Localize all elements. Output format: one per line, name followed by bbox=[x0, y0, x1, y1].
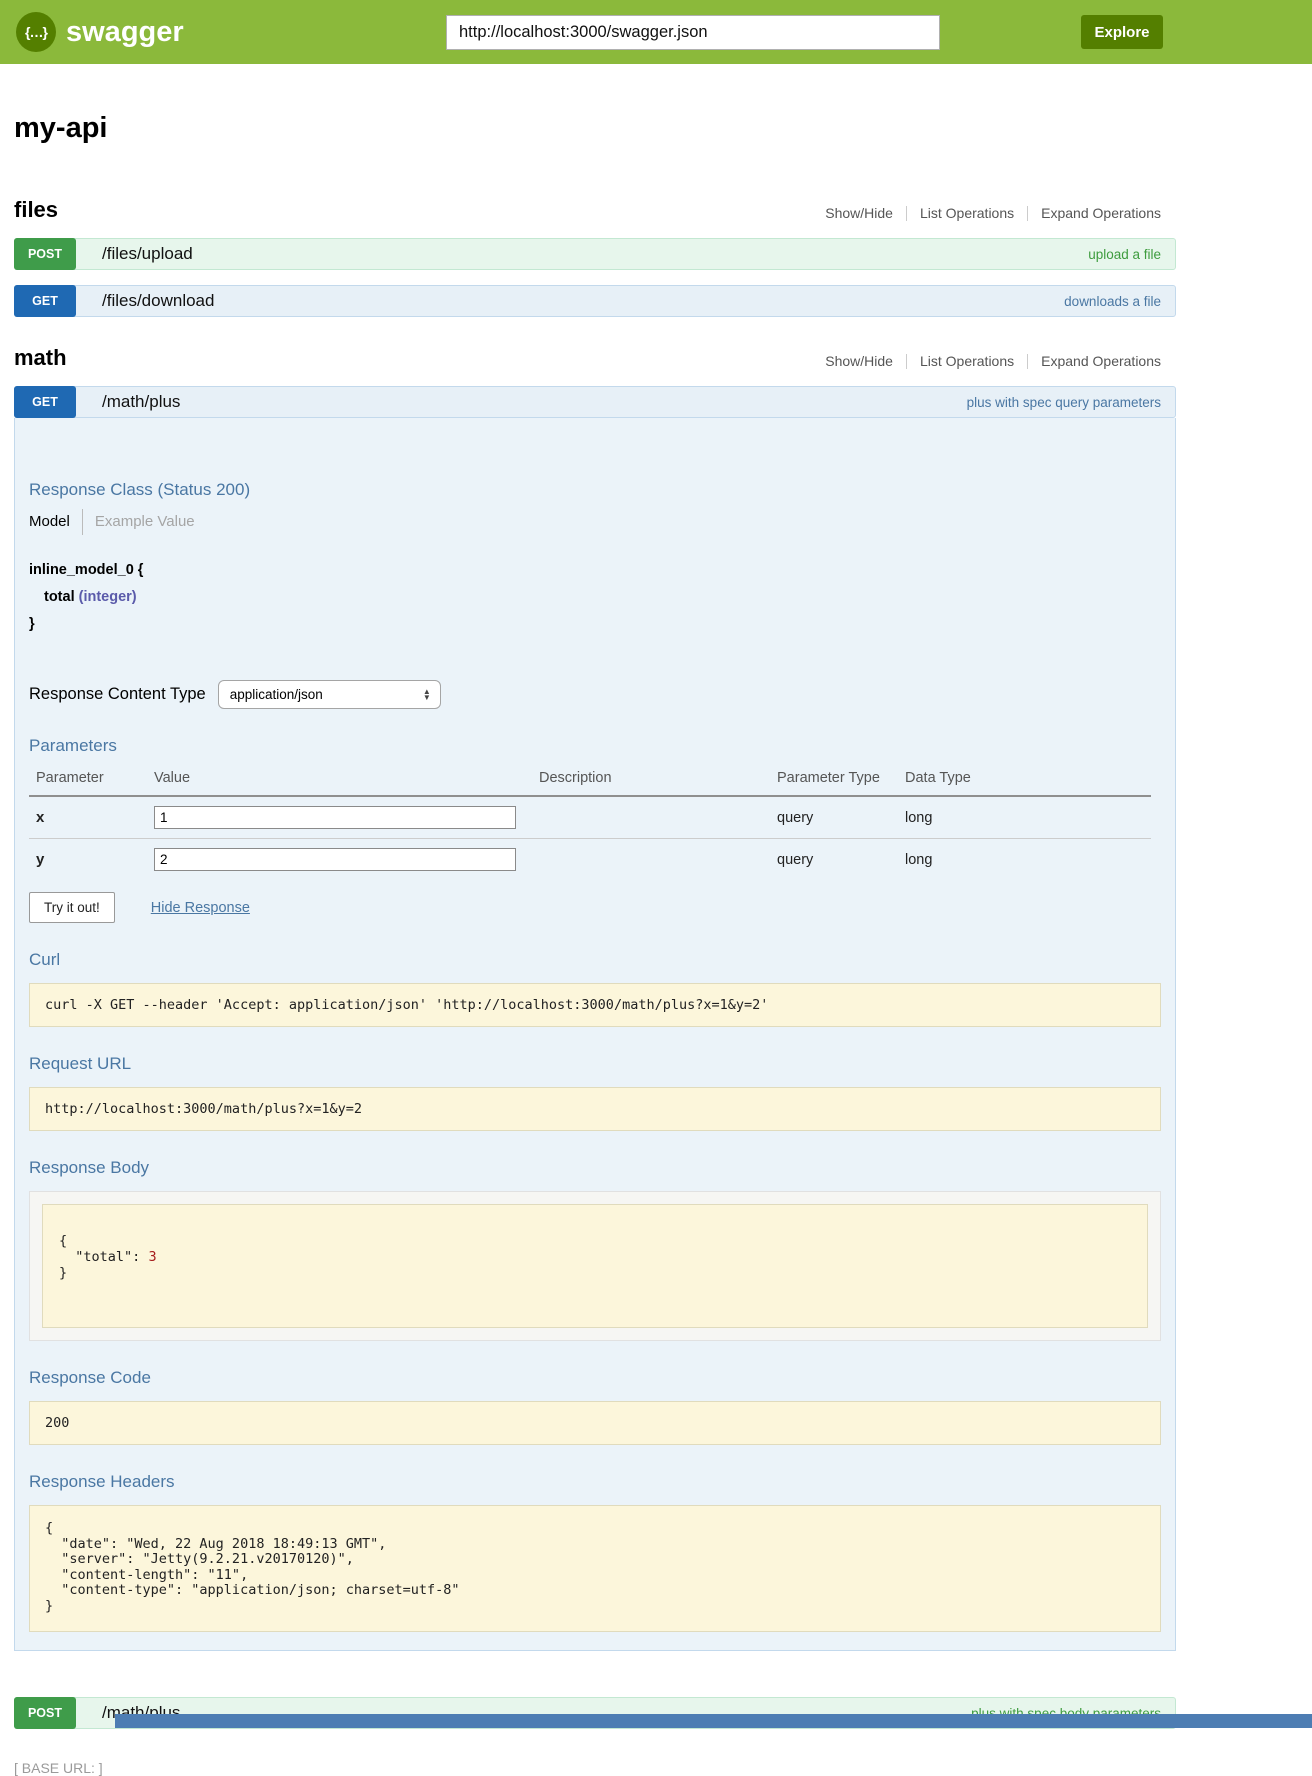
response-headers-heading: Response Headers bbox=[29, 1472, 1161, 1492]
parameters-heading: Parameters bbox=[29, 736, 1161, 756]
request-url-heading: Request URL bbox=[29, 1054, 1161, 1074]
parameter-name: x bbox=[29, 796, 154, 839]
response-code-heading: Response Code bbox=[29, 1368, 1161, 1388]
operation-summary-link[interactable]: upload a file bbox=[1088, 247, 1161, 262]
response-content-type-select[interactable]: application/json ▲▼ bbox=[218, 680, 441, 709]
endpoint-path[interactable]: /files/upload bbox=[102, 244, 193, 264]
operation-expanded-panel: Response Class (Status 200) Model Exampl… bbox=[14, 418, 1176, 1651]
curl-heading: Curl bbox=[29, 950, 1161, 970]
method-badge-post: POST bbox=[14, 238, 76, 270]
main-content: my-api files Show/Hide List Operations E… bbox=[14, 112, 1176, 1776]
operation-get-files-download: GET /files/download downloads a file bbox=[14, 285, 1176, 317]
operation-post-files-upload: POST /files/upload upload a file bbox=[14, 238, 1176, 270]
expand-operations-link[interactable]: Expand Operations bbox=[1041, 205, 1161, 221]
base-url-text: [ BASE URL: ] bbox=[14, 1760, 1176, 1776]
response-body-container: { "total": 3 } bbox=[29, 1191, 1161, 1341]
response-class-heading: Response Class (Status 200) bbox=[29, 480, 1161, 500]
column-header-parameter: Parameter bbox=[29, 764, 154, 796]
list-operations-link[interactable]: List Operations bbox=[920, 353, 1014, 369]
column-header-data-type: Data Type bbox=[905, 764, 1151, 796]
model-property-type: (integer) bbox=[79, 589, 137, 605]
operation-header-row[interactable]: GET /math/plus plus with spec query para… bbox=[14, 386, 1176, 418]
request-url-value: http://localhost:3000/math/plus?x=1&y=2 bbox=[29, 1087, 1161, 1131]
math-section-controls: Show/Hide List Operations Expand Operati… bbox=[825, 353, 1176, 371]
parameter-type: query bbox=[777, 839, 905, 881]
divider bbox=[906, 206, 907, 221]
parameter-y-input[interactable] bbox=[154, 848, 516, 871]
method-badge-get: GET bbox=[14, 285, 76, 317]
tab-model[interactable]: Model bbox=[29, 509, 83, 535]
divider bbox=[1027, 206, 1028, 221]
response-content-type-row: Response Content Type application/json ▲… bbox=[29, 680, 1161, 709]
response-body-heading: Response Body bbox=[29, 1158, 1161, 1178]
operation-header-row[interactable]: GET /files/download downloads a file bbox=[14, 285, 1176, 317]
tab-example-value[interactable]: Example Value bbox=[83, 509, 195, 535]
operation-header-row[interactable]: POST /files/upload upload a file bbox=[14, 238, 1176, 270]
method-badge-post: POST bbox=[14, 1697, 76, 1729]
response-class-tabs: Model Example Value bbox=[29, 509, 1161, 535]
model-open: inline_model_0 { bbox=[29, 557, 1161, 584]
files-section-controls: Show/Hide List Operations Expand Operati… bbox=[825, 205, 1176, 223]
show-hide-link[interactable]: Show/Hide bbox=[825, 353, 893, 369]
model-property-name: total bbox=[44, 589, 75, 605]
math-section-title: math bbox=[14, 345, 67, 371]
swagger-logo: {…} swagger bbox=[16, 12, 184, 52]
parameter-description bbox=[539, 796, 777, 839]
math-section-header: math Show/Hide List Operations Expand Op… bbox=[14, 345, 1176, 371]
parameter-row-x: x query long bbox=[29, 796, 1151, 839]
try-it-out-row: Try it out! Hide Response bbox=[29, 892, 1161, 923]
parameter-name: y bbox=[29, 839, 154, 881]
column-header-parameter-type: Parameter Type bbox=[777, 764, 905, 796]
model-signature: inline_model_0 { total (integer) } bbox=[29, 557, 1161, 638]
spec-url-input[interactable] bbox=[447, 16, 939, 49]
response-headers-json: { "date": "Wed, 22 Aug 2018 18:49:13 GMT… bbox=[29, 1505, 1161, 1632]
selected-content-type: application/json bbox=[230, 687, 323, 702]
parameter-data-type: long bbox=[905, 839, 1151, 881]
parameter-x-input[interactable] bbox=[154, 806, 516, 829]
json-close-brace: } bbox=[59, 1265, 67, 1281]
api-title: my-api bbox=[14, 112, 1176, 145]
json-open-brace: { bbox=[59, 1233, 67, 1249]
files-section-title: files bbox=[14, 197, 58, 223]
select-arrows-icon: ▲▼ bbox=[423, 689, 431, 701]
footer-bar bbox=[115, 1714, 1312, 1728]
response-content-type-label: Response Content Type bbox=[29, 685, 206, 704]
json-key: "total": bbox=[75, 1249, 140, 1265]
column-header-description: Description bbox=[539, 764, 777, 796]
operation-get-math-plus: GET /math/plus plus with spec query para… bbox=[14, 386, 1176, 1651]
swagger-braces-icon: {…} bbox=[16, 12, 56, 52]
files-section-header: files Show/Hide List Operations Expand O… bbox=[14, 197, 1176, 223]
curl-command: curl -X GET --header 'Accept: applicatio… bbox=[29, 983, 1161, 1027]
parameter-row-y: y query long bbox=[29, 839, 1151, 881]
operation-summary-link[interactable]: downloads a file bbox=[1064, 294, 1161, 309]
parameters-header-row: Parameter Value Description Parameter Ty… bbox=[29, 764, 1151, 796]
column-header-value: Value bbox=[154, 764, 539, 796]
list-operations-link[interactable]: List Operations bbox=[920, 205, 1014, 221]
swagger-logo-text: swagger bbox=[66, 16, 184, 49]
model-close: } bbox=[29, 611, 1161, 638]
json-number-value: 3 bbox=[148, 1249, 156, 1265]
parameters-table: Parameter Value Description Parameter Ty… bbox=[29, 764, 1151, 880]
divider bbox=[1027, 354, 1028, 369]
parameter-description bbox=[539, 839, 777, 881]
show-hide-link[interactable]: Show/Hide bbox=[825, 205, 893, 221]
endpoint-path[interactable]: /math/plus bbox=[102, 392, 180, 412]
divider bbox=[906, 354, 907, 369]
try-it-out-button[interactable]: Try it out! bbox=[29, 892, 115, 923]
operation-summary-link[interactable]: plus with spec query parameters bbox=[967, 395, 1161, 410]
response-body-json: { "total": 3 } bbox=[42, 1204, 1148, 1328]
model-property: total (integer) bbox=[29, 584, 1161, 611]
endpoint-path[interactable]: /files/download bbox=[102, 291, 214, 311]
parameter-data-type: long bbox=[905, 796, 1151, 839]
response-code-value: 200 bbox=[29, 1401, 1161, 1445]
method-badge-get: GET bbox=[14, 386, 76, 418]
parameter-type: query bbox=[777, 796, 905, 839]
explore-button[interactable]: Explore bbox=[1081, 15, 1163, 49]
expand-operations-link[interactable]: Expand Operations bbox=[1041, 353, 1161, 369]
hide-response-link[interactable]: Hide Response bbox=[151, 900, 250, 916]
header-bar: {…} swagger Explore bbox=[0, 0, 1312, 64]
